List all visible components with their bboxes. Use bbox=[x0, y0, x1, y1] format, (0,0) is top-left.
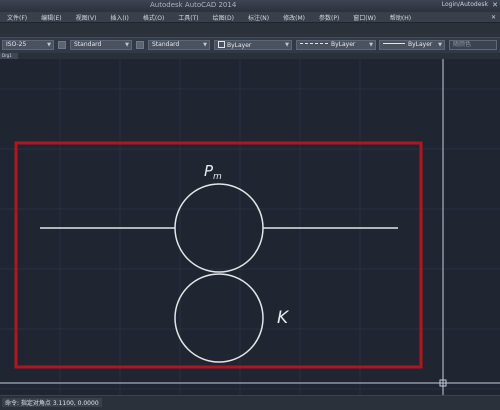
text-style-value: Standard bbox=[74, 41, 102, 48]
linetype-dropdown[interactable]: ByLayer ▼ bbox=[296, 40, 376, 50]
table-style-dropdown[interactable]: Standard ▼ bbox=[148, 40, 210, 50]
menu-item-11[interactable]: 帮助(H) bbox=[383, 13, 418, 22]
ribbon bbox=[0, 23, 500, 37]
command-line-text: 命令: 指定对角点 3.1100, 0.0000 bbox=[2, 398, 102, 407]
label-k: K bbox=[277, 308, 290, 328]
color-swatch-icon bbox=[218, 41, 225, 48]
menu-item-3[interactable]: 插入(I) bbox=[103, 13, 135, 22]
menu-item-10[interactable]: 窗口(W) bbox=[346, 13, 383, 22]
table-style-icon[interactable] bbox=[136, 41, 144, 49]
upper-circle bbox=[174, 183, 264, 273]
menu-item-1[interactable]: 编辑(E) bbox=[34, 13, 68, 22]
menu-item-7[interactable]: 标注(N) bbox=[241, 13, 276, 22]
plot-style-value: 随颜色 bbox=[453, 41, 472, 48]
plot-style-dropdown[interactable]: 随颜色 bbox=[449, 40, 497, 50]
properties-toolbar: ISO-25 ▼ Standard ▼ Standard ▼ ByLayer ▼ ByL… bbox=[0, 37, 500, 54]
linetype-sample-icon bbox=[300, 43, 328, 44]
menu-item-0[interactable]: 文件(F) bbox=[0, 13, 34, 22]
menu-item-6[interactable]: 绘图(D) bbox=[206, 13, 241, 22]
menu-item-8[interactable]: 修改(M) bbox=[276, 13, 312, 22]
model-space-canvas[interactable]: Pm K bbox=[0, 59, 500, 395]
lineweight-sample-icon bbox=[383, 43, 405, 44]
menu-bar: 文件(F) 编辑(E) 视图(V) 插入(I) 格式(O) 工具(T) 绘图(D) 标注(N)… bbox=[0, 12, 500, 23]
label-pm: Pm bbox=[204, 162, 222, 182]
color-value: ByLayer bbox=[227, 42, 252, 49]
lower-circle bbox=[174, 273, 264, 363]
command-line[interactable]: 命令: 指定对角点 3.1100, 0.0000 bbox=[0, 395, 500, 410]
linetype-value: ByLayer bbox=[331, 41, 356, 48]
window-close-icon[interactable]: ✕ bbox=[492, 1, 498, 9]
grid bbox=[0, 59, 500, 395]
menu-item-9[interactable]: 参数(P) bbox=[312, 13, 346, 22]
window-title: Autodesk AutoCAD 2014 bbox=[150, 1, 237, 9]
lineweight-value: ByLayer bbox=[408, 41, 433, 48]
dimension-style-dropdown[interactable]: ISO-25 ▼ bbox=[2, 40, 54, 50]
dimension-style-icon[interactable] bbox=[58, 41, 66, 49]
dimension-style-value: ISO-25 bbox=[6, 41, 27, 48]
text-style-dropdown[interactable]: Standard ▼ bbox=[70, 40, 132, 50]
menu-item-4[interactable]: 格式(O) bbox=[136, 13, 171, 22]
login-link[interactable]: Login/Autodesk bbox=[442, 1, 488, 8]
color-dropdown[interactable]: ByLayer ▼ bbox=[214, 40, 292, 50]
menu-item-2[interactable]: 视图(V) bbox=[69, 13, 104, 22]
menu-item-5[interactable]: 工具(T) bbox=[171, 13, 205, 22]
menu-close-icon[interactable]: ✕ bbox=[491, 14, 500, 21]
lineweight-dropdown[interactable]: ByLayer ▼ bbox=[379, 40, 445, 50]
table-style-value: Standard bbox=[152, 41, 180, 48]
